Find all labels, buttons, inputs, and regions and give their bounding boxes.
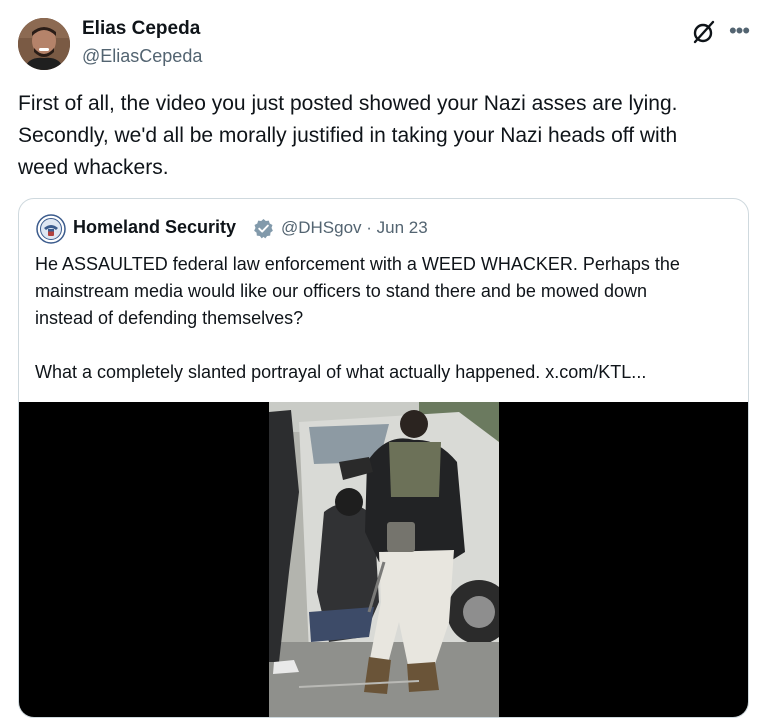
- author-avatar[interactable]: [18, 18, 70, 70]
- verified-badge-icon: [253, 218, 274, 239]
- quoted-text-line: mainstream media would like our officers…: [35, 281, 647, 301]
- video-frame[interactable]: [269, 402, 499, 717]
- quoted-text-line: instead of defending themselves?: [35, 308, 304, 328]
- dhs-seal-icon[interactable]: [36, 214, 66, 244]
- quoted-tweet-text: He ASSAULTED federal law enforcement wit…: [35, 251, 735, 386]
- tweet-text-line: weed whackers.: [18, 156, 169, 179]
- more-options-icon[interactable]: •••: [724, 16, 754, 46]
- tweet-text-line: First of all, the video you just posted …: [18, 92, 678, 115]
- author-handle[interactable]: @EliasCepeda: [82, 46, 202, 67]
- quoted-text-line: He ASSAULTED federal law enforcement wit…: [35, 254, 680, 274]
- author-name[interactable]: Elias Cepeda: [82, 18, 200, 40]
- quoted-text-line: What a completely slanted portrayal of w…: [35, 362, 647, 382]
- quoted-handle-date[interactable]: @DHSgov · Jun 23: [281, 218, 428, 238]
- tweet-text-line: Secondly, we'd all be morally justified …: [18, 124, 678, 147]
- grok-icon[interactable]: [690, 18, 718, 46]
- quoted-tweet-card[interactable]: Homeland Security @DHSgov · Jun 23 He AS…: [18, 198, 749, 718]
- video-player[interactable]: [19, 402, 748, 717]
- tweet-text: First of all, the video you just posted …: [18, 88, 748, 184]
- quoted-author-name[interactable]: Homeland Security: [73, 217, 236, 238]
